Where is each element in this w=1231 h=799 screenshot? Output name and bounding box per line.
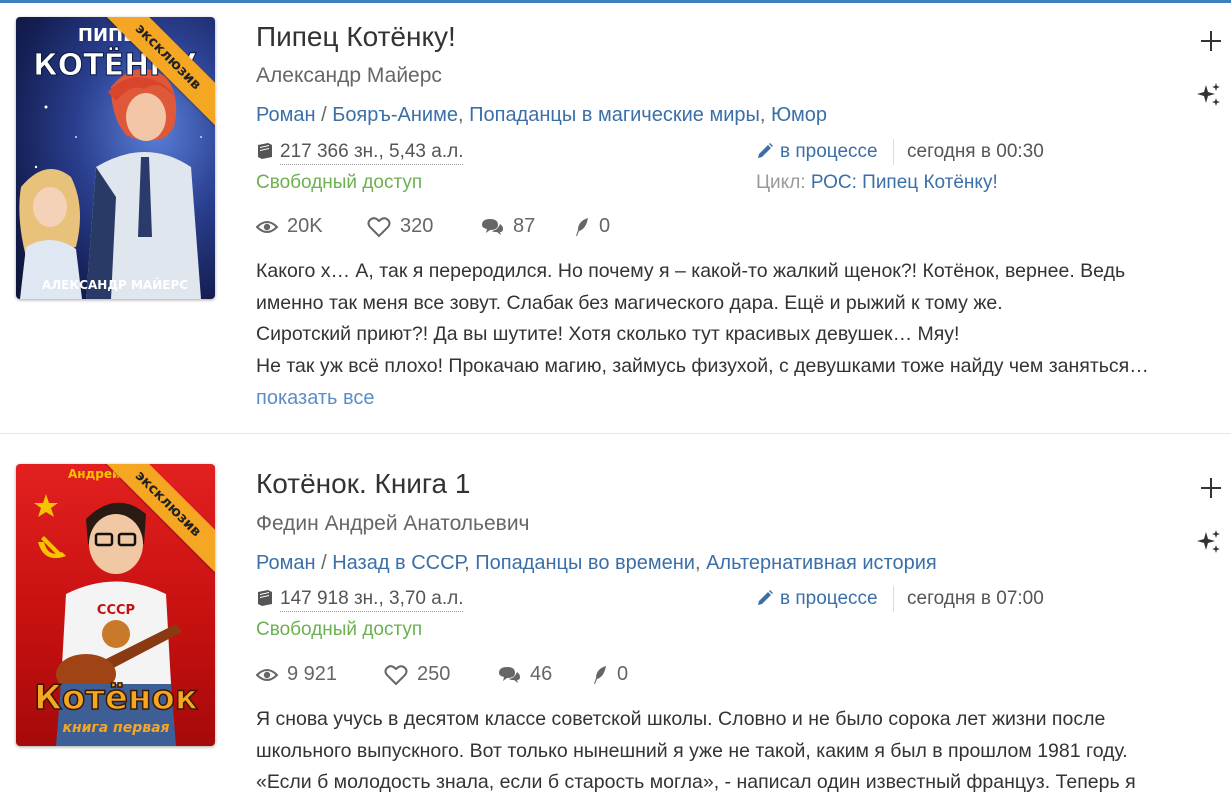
pencil-icon: [758, 590, 773, 605]
likes-stat[interactable]: 320: [367, 215, 433, 238]
book-author[interactable]: Федин Андрей Анатольевич: [256, 512, 530, 536]
genre-link[interactable]: Роман: [256, 104, 316, 126]
cycle-label: Цикл:: [756, 172, 806, 193]
book-size: 147 918 зн., 3,70 а.л.: [256, 588, 464, 612]
views-count: 20K: [287, 215, 323, 237]
book-genres: Роман / Бояръ-Аниме, Попаданцы в магичес…: [256, 104, 827, 126]
cover-subtitle: книга первая: [62, 720, 169, 736]
book-author[interactable]: Александр Майерс: [256, 64, 442, 88]
book-size-value: 147 918 зн., 3,70 а.л.: [280, 588, 464, 612]
eye-icon: [256, 220, 278, 233]
book-title[interactable]: Котёнок. Книга 1: [256, 468, 470, 500]
comments-stat[interactable]: 87: [481, 215, 535, 238]
rewards-count: 0: [599, 215, 611, 237]
show-all-link[interactable]: показать все: [256, 387, 375, 410]
feather-icon: [576, 217, 588, 236]
exclusive-badge: эксклюзив: [96, 464, 215, 583]
comments-count: 87: [513, 215, 536, 237]
likes-stat[interactable]: 250: [384, 663, 450, 686]
views-stat: 20K: [256, 215, 323, 238]
divider: [893, 586, 894, 612]
book-size-value: 217 366 зн., 5,43 а.л.: [280, 141, 464, 165]
rewards-stat[interactable]: 0: [592, 663, 628, 686]
comments-stat[interactable]: 46: [498, 663, 552, 686]
comments-icon: [482, 218, 503, 235]
book-card: ПИПЕЦ КОТЁНКУ АЛЕКСАНДР МАЙЕРС эксклюзив…: [0, 3, 1231, 434]
book-description: Я снова учусь в десятом классе советской…: [256, 704, 1221, 799]
book-size: 217 366 зн., 5,43 а.л.: [256, 141, 464, 165]
genre-separator: /: [315, 104, 333, 126]
writing-status[interactable]: в процессе: [756, 588, 878, 610]
update-date: сегодня в 00:30: [907, 141, 1044, 162]
genre-link[interactable]: Попаданцы во времени: [475, 552, 695, 574]
description-line: Не так уж всё плохо! Прокачаю магию, зай…: [256, 354, 1149, 377]
genre-link[interactable]: Альтернативная история: [706, 552, 937, 574]
description-line: «Если б молодость знала, если б старость…: [256, 771, 1136, 793]
rewards-count: 0: [617, 663, 629, 685]
description-line: Я снова учусь в десятом классе советской…: [256, 708, 1106, 730]
book-cover[interactable]: СССР Котёнок книга первая Андрей Ф экскл…: [16, 464, 215, 746]
book-icon: [258, 143, 272, 159]
genre-link[interactable]: Роман: [256, 552, 316, 574]
views-count: 9 921: [287, 663, 338, 685]
heart-icon: [367, 216, 391, 237]
genre-link[interactable]: Бояръ-Аниме: [332, 104, 458, 126]
book-cycle: Цикл: РОС: Пипец Котёнку!: [756, 172, 998, 194]
rewards-stat[interactable]: 0: [574, 215, 610, 238]
book-card: СССР Котёнок книга первая Андрей Ф экскл…: [0, 434, 1231, 793]
description-line: Сиротский приют?! Да вы шутите! Хотя ско…: [256, 323, 960, 345]
sparkles-icon[interactable]: [1196, 529, 1222, 555]
description-line: школьного выпускного. Вот только нынешни…: [256, 739, 1128, 762]
divider: [893, 139, 894, 165]
book-cover[interactable]: ПИПЕЦ КОТЁНКУ АЛЕКСАНДР МАЙЕРС эксклюзив: [16, 17, 215, 299]
description-line: Какого х… А, так я переродился. Но почем…: [256, 260, 1126, 282]
access-status: Свободный доступ: [256, 172, 423, 193]
genre-separator: /: [315, 552, 333, 574]
book-icon: [258, 590, 272, 606]
writing-status-label: в процессе: [780, 141, 878, 162]
exclusive-badge-label: эксклюзив: [96, 17, 215, 132]
writing-status-label: в процессе: [780, 588, 878, 609]
exclusive-badge: эксклюзив: [96, 17, 215, 136]
genre-link[interactable]: Попаданцы в магические миры: [469, 104, 760, 126]
sparkles-icon[interactable]: [1196, 82, 1222, 108]
svg-text:СССР: СССР: [97, 603, 135, 618]
likes-count: 320: [400, 215, 434, 237]
feather-icon: [594, 665, 606, 684]
eye-icon: [256, 668, 278, 681]
pencil-icon: [758, 143, 773, 158]
exclusive-badge-label: эксклюзив: [96, 464, 215, 579]
genre-link[interactable]: Назад в СССР: [332, 552, 464, 574]
likes-count: 250: [417, 663, 451, 685]
book-genres: Роман / Назад в СССР, Попаданцы во време…: [256, 552, 937, 574]
book-description: Какого х… А, так я переродился. Но почем…: [256, 256, 1221, 382]
add-to-library-icon[interactable]: [1199, 476, 1223, 500]
cover-author: АЛЕКСАНДР МАЙЕРС: [42, 277, 188, 292]
cover-title-main: Котёнок: [34, 678, 198, 718]
add-to-library-icon[interactable]: [1199, 29, 1223, 53]
cycle-link[interactable]: РОС: Пипец Котёнку!: [811, 172, 998, 193]
views-stat: 9 921: [256, 663, 337, 686]
access-status: Свободный доступ: [256, 619, 423, 640]
book-title[interactable]: Пипец Котёнку!: [256, 21, 456, 53]
writing-status[interactable]: в процессе: [756, 141, 878, 163]
update-date: сегодня в 07:00: [907, 588, 1044, 609]
heart-icon: [384, 664, 408, 685]
genre-link[interactable]: Юмор: [771, 104, 827, 126]
comments-count: 46: [530, 663, 553, 685]
description-line: именно так меня все зовут. Слабак без ма…: [256, 291, 1003, 314]
comments-icon: [499, 666, 520, 683]
